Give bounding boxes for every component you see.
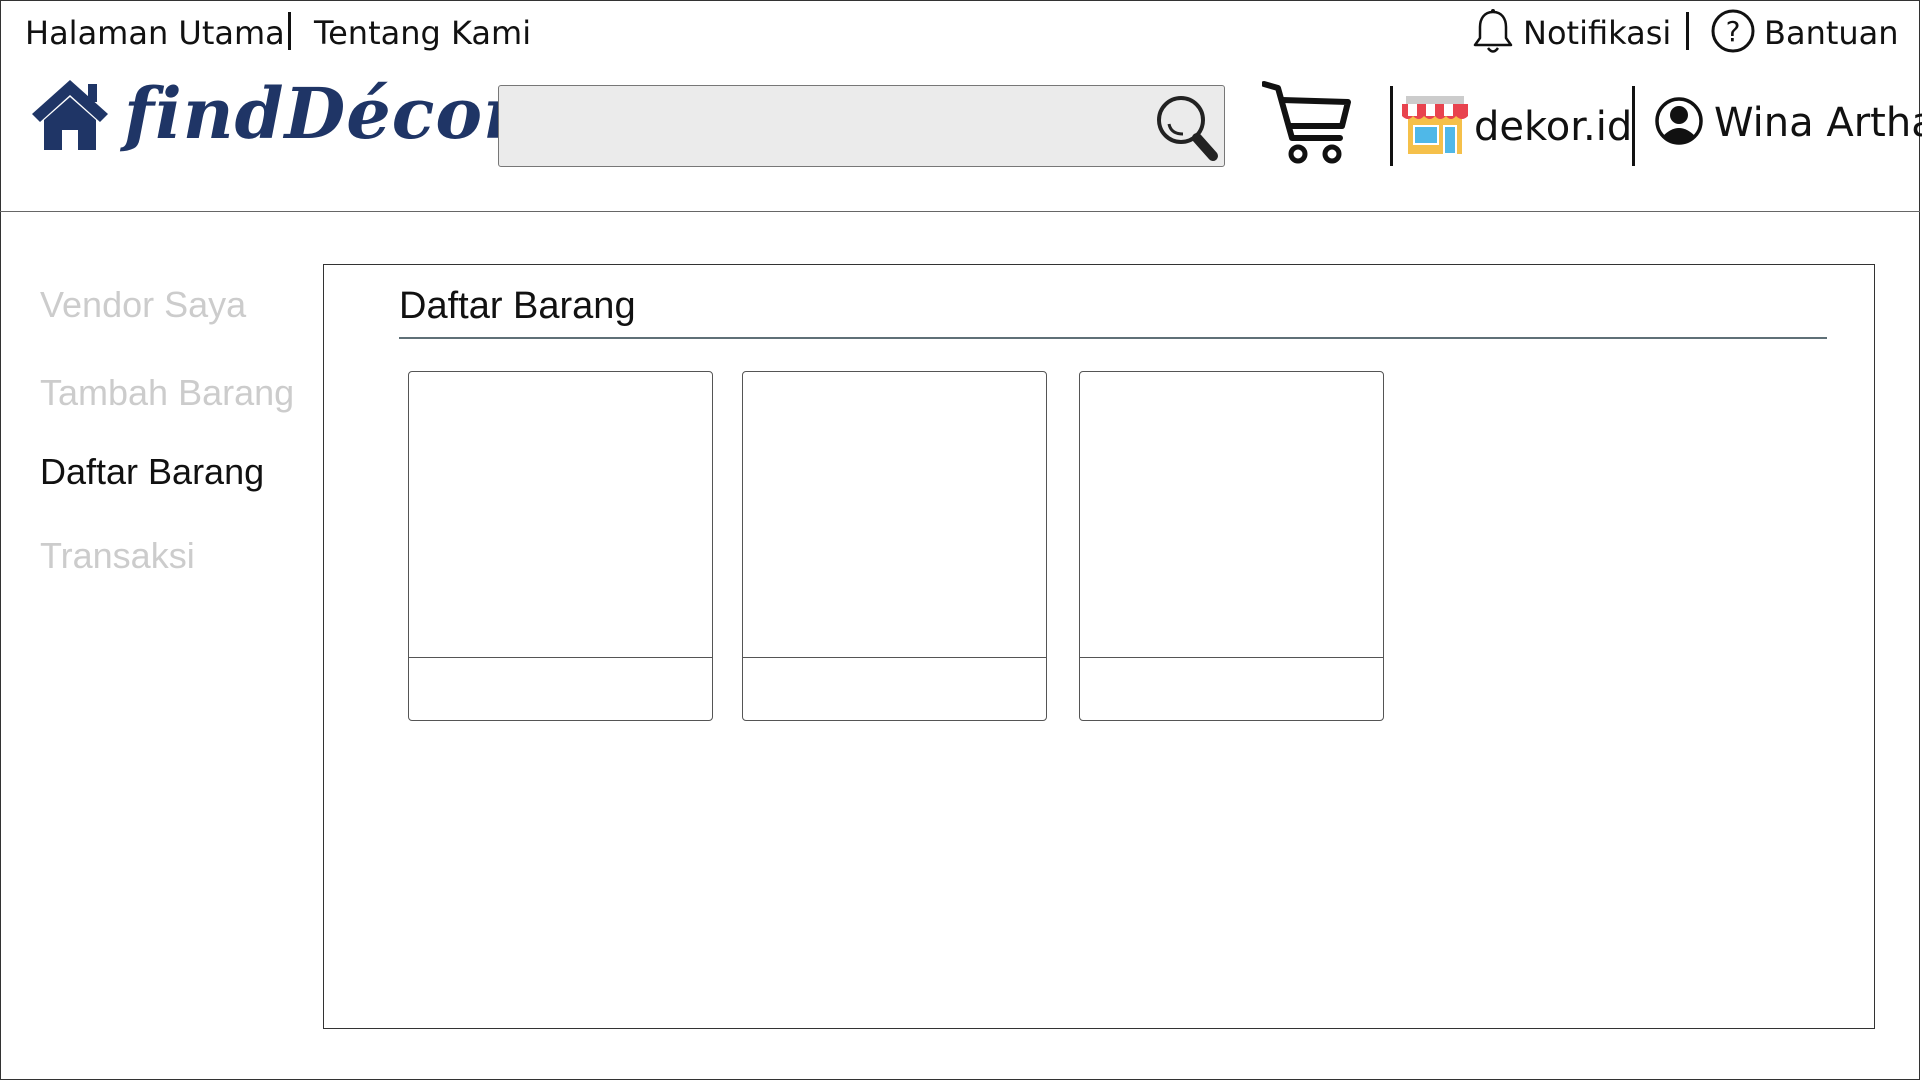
header-separator	[1632, 86, 1635, 166]
nav-separator	[1686, 12, 1689, 50]
brand-logo-text[interactable]: findDécor	[124, 72, 521, 155]
product-image-placeholder[interactable]	[743, 372, 1046, 658]
user-name[interactable]: Wina Artha	[1714, 100, 1922, 146]
product-card[interactable]	[408, 371, 713, 721]
sidebar-item-transaksi[interactable]: Transaksi	[40, 535, 195, 577]
sidebar-item-vendor-saya[interactable]: Vendor Saya	[40, 284, 246, 326]
nav-about-link[interactable]: Tentang Kami	[314, 14, 531, 52]
nav-separator	[288, 12, 291, 50]
svg-text:?: ?	[1726, 15, 1741, 48]
content-panel: Daftar Barang	[323, 264, 1875, 1029]
product-card[interactable]	[1079, 371, 1384, 721]
sidebar-item-tambah-barang[interactable]: Tambah Barang	[40, 372, 294, 414]
product-caption	[1080, 659, 1383, 721]
product-card[interactable]	[742, 371, 1047, 721]
product-image-placeholder[interactable]	[1080, 372, 1383, 658]
notifications-link[interactable]: Notifikasi	[1523, 14, 1671, 52]
header-separator	[1390, 86, 1393, 166]
store-icon[interactable]	[1402, 94, 1468, 160]
search-icon[interactable]	[1153, 92, 1219, 166]
house-logo-icon[interactable]	[30, 78, 110, 156]
product-caption	[409, 659, 712, 721]
search-box	[498, 85, 1225, 167]
title-divider	[399, 337, 1827, 339]
product-image-placeholder[interactable]	[409, 372, 712, 658]
cart-icon[interactable]	[1261, 80, 1354, 170]
help-link[interactable]: Bantuan	[1764, 14, 1899, 52]
product-caption	[743, 659, 1046, 721]
page-title: Daftar Barang	[399, 285, 636, 327]
search-input[interactable]	[499, 86, 1119, 166]
header: Halaman Utama Tentang Kami Notifikasi ? …	[0, 0, 1922, 212]
help-icon[interactable]: ?	[1710, 8, 1756, 58]
bell-icon[interactable]	[1470, 8, 1516, 60]
store-name[interactable]: dekor.id	[1474, 104, 1632, 150]
nav-home-link[interactable]: Halaman Utama	[25, 14, 285, 52]
user-avatar-icon[interactable]	[1654, 96, 1704, 150]
sidebar-item-daftar-barang[interactable]: Daftar Barang	[40, 451, 264, 493]
